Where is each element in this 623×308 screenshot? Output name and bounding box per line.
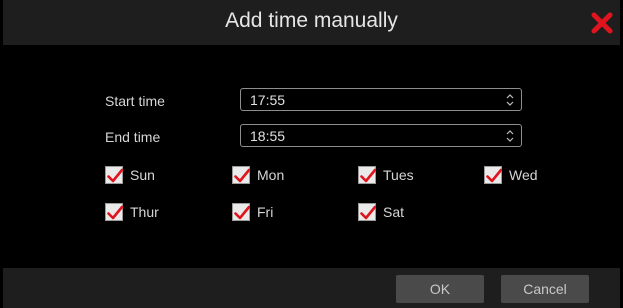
checkmark-icon (360, 168, 376, 183)
checkmark-icon (234, 168, 250, 183)
start-time-input[interactable]: 17:55 (240, 88, 522, 111)
day-label: Tues (383, 167, 414, 183)
close-button[interactable] (591, 12, 613, 34)
checkbox[interactable] (484, 166, 502, 184)
checkbox[interactable] (232, 166, 250, 184)
checkbox[interactable] (232, 203, 250, 221)
checkmark-icon (486, 168, 502, 183)
checkmark-icon (360, 205, 376, 220)
add-time-dialog: Add time manually Start time 17:55 End t… (3, 0, 620, 308)
up-down-spinner-icon[interactable] (505, 128, 515, 144)
dialog-titlebar: Add time manually (3, 0, 620, 45)
start-time-label: Start time (105, 93, 165, 109)
close-icon (591, 12, 613, 34)
checkbox[interactable] (358, 203, 376, 221)
end-time-input[interactable]: 18:55 (240, 124, 522, 147)
day-label: Thur (130, 204, 159, 220)
checkmark-icon (234, 205, 250, 220)
checkmark-icon (107, 205, 123, 220)
day-label: Sun (130, 167, 155, 183)
ok-button[interactable]: OK (396, 275, 484, 303)
checkmark-icon (107, 168, 123, 183)
day-label: Wed (509, 167, 538, 183)
day-label: Fri (257, 204, 274, 220)
dialog-title: Add time manually (225, 9, 398, 32)
checkbox[interactable] (358, 166, 376, 184)
checkbox[interactable] (105, 166, 123, 184)
cancel-button[interactable]: Cancel (501, 275, 589, 303)
day-label: Sat (383, 204, 405, 220)
checkbox[interactable] (105, 203, 123, 221)
end-time-value: 18:55 (250, 128, 286, 144)
day-label: Mon (257, 167, 285, 183)
end-time-label: End time (105, 129, 161, 145)
dialog-footer: OK Cancel (3, 268, 620, 308)
start-time-value: 17:55 (250, 92, 286, 108)
up-down-spinner-icon[interactable] (505, 92, 515, 108)
